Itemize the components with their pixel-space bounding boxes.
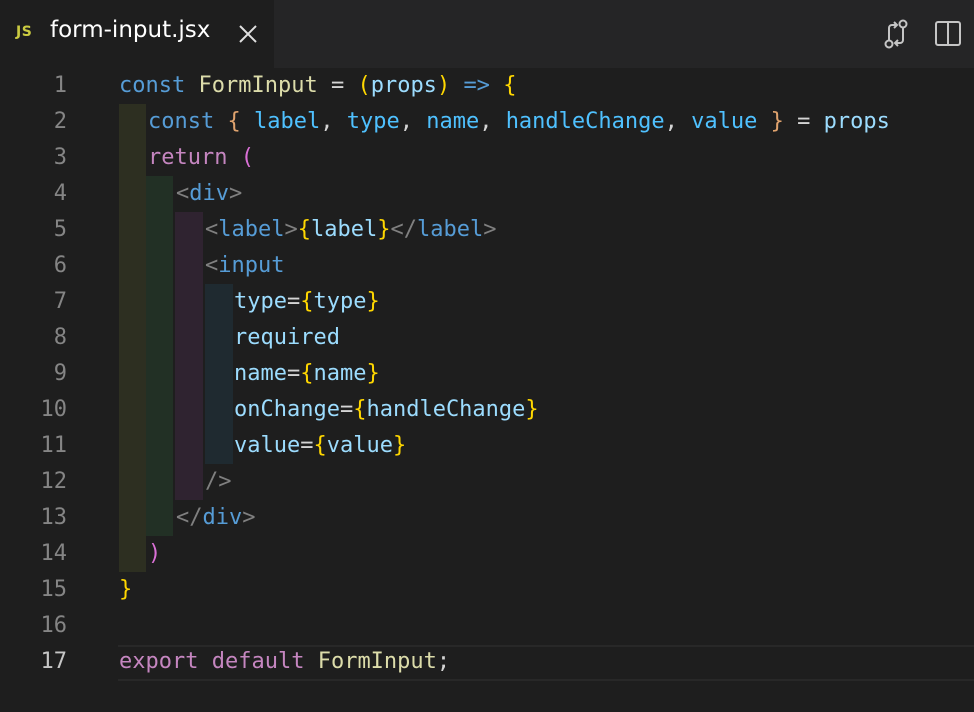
- line-number: 12: [40, 469, 68, 494]
- line-number: 4: [53, 181, 67, 206]
- line-number: 14: [40, 541, 68, 566]
- line-number: 1: [53, 73, 67, 98]
- line-number: 7: [53, 289, 67, 314]
- line-number: 9: [53, 361, 67, 386]
- code-line-8: required: [234, 325, 340, 350]
- code-line-17: export default FormInput;: [119, 649, 451, 674]
- code-line-10: onChange={handleChange}: [234, 397, 539, 422]
- line-number: 15: [40, 577, 68, 602]
- code-line-13: </div>: [176, 505, 256, 530]
- line-number-active: 17: [40, 649, 68, 674]
- indent-guide-level3: [175, 212, 203, 500]
- line-number: 2: [53, 109, 67, 134]
- line-number: 8: [53, 325, 67, 350]
- code-line-15: }: [119, 577, 133, 602]
- line-number: 10: [40, 397, 68, 422]
- code-line-14: ): [148, 541, 162, 566]
- js-file-icon: JS: [16, 24, 33, 40]
- close-icon[interactable]: [236, 22, 260, 46]
- tab-title: form-input.jsx: [50, 17, 211, 43]
- code-line-2: const { label, type, name, handleChange,…: [148, 109, 890, 134]
- code-line-1: const FormInput = (props) => {: [119, 73, 517, 98]
- line-number: 3: [53, 145, 67, 170]
- code-line-7: type={type}: [234, 289, 380, 314]
- indent-guide-level4: [205, 284, 233, 464]
- code-line-11: value={value}: [234, 433, 407, 458]
- code-line-4: <div>: [176, 181, 243, 206]
- line-number: 11: [40, 433, 68, 458]
- open-changes-icon[interactable]: [880, 17, 912, 51]
- line-number: 13: [40, 505, 68, 530]
- code-line-5: <label>{label}</label>: [205, 217, 497, 242]
- code-line-12: />: [205, 469, 232, 494]
- tab-form-input-jsx[interactable]: JS form-input.jsx: [0, 0, 274, 68]
- code-line-3: return (: [148, 145, 254, 170]
- line-number: 16: [40, 613, 68, 638]
- editor-tab-bar: JS form-input.jsx: [0, 0, 974, 68]
- split-editor-icon[interactable]: [932, 17, 964, 51]
- indent-guide-level1: [119, 104, 146, 572]
- line-number: 5: [53, 217, 67, 242]
- line-number: 6: [53, 253, 67, 278]
- indent-guide-level2: [146, 176, 173, 536]
- code-line-9: name={name}: [234, 361, 380, 386]
- code-line-6: <input: [205, 253, 285, 278]
- code-editor[interactable]: 1 2 3 4 5 6 7 8 9 10 11 12 13 14 15 16 1…: [0, 68, 974, 712]
